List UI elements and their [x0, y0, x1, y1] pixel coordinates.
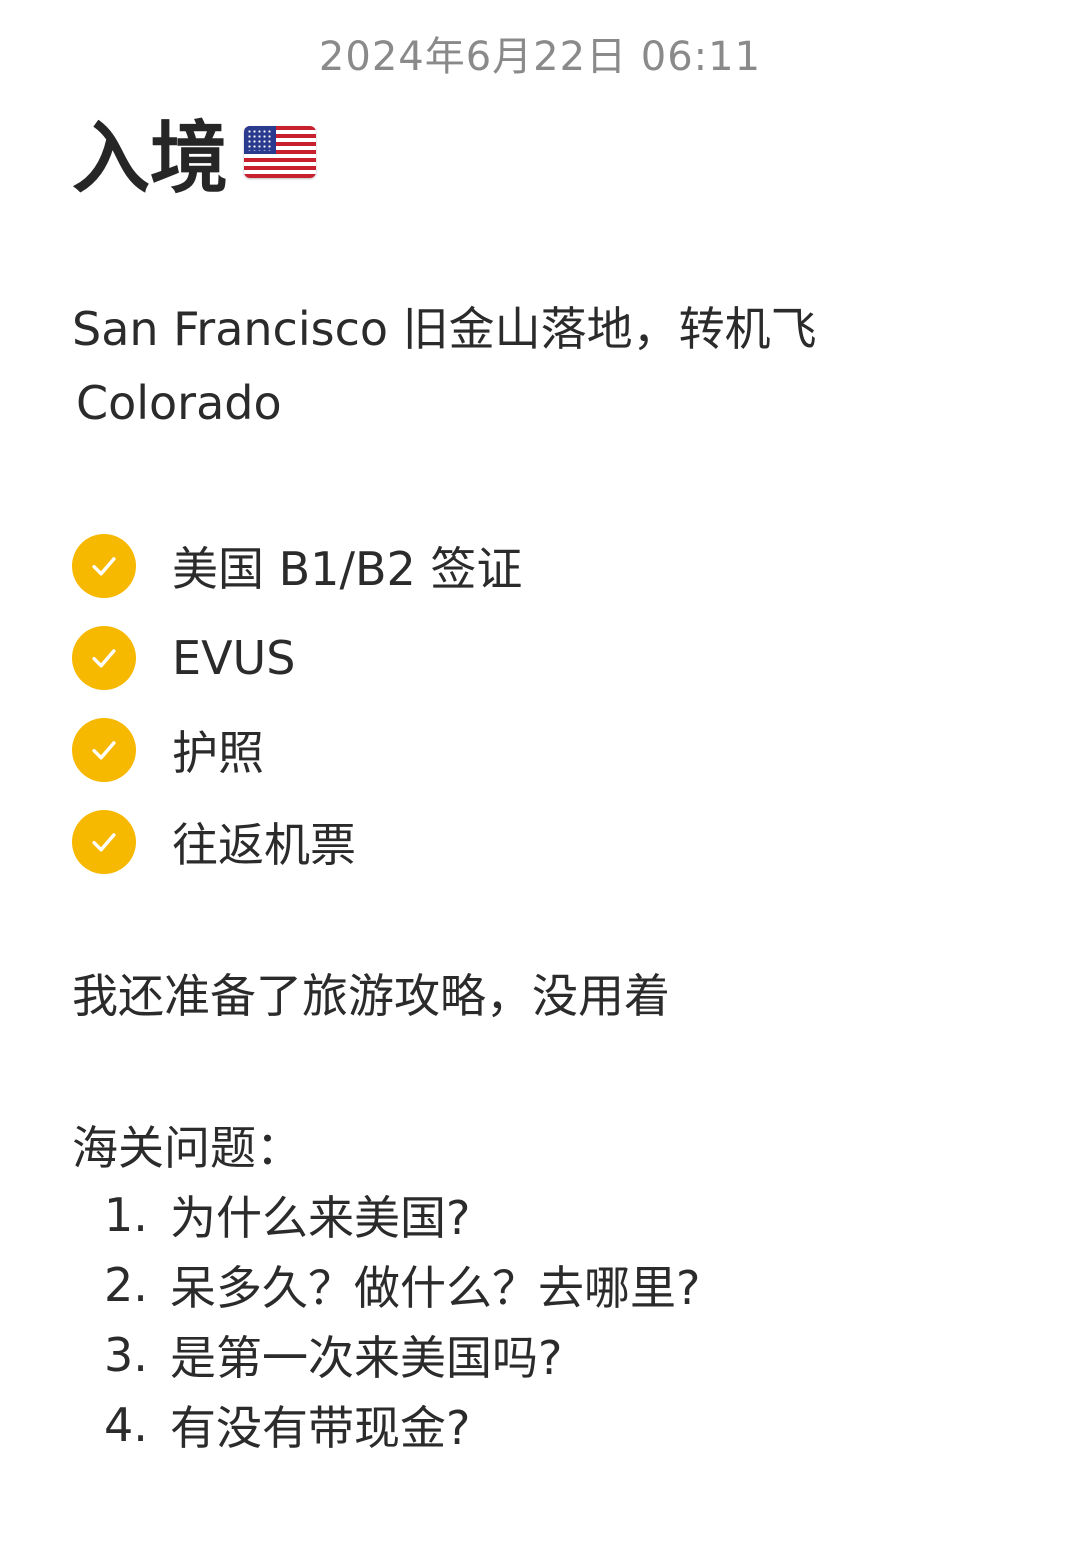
checklist-item-label[interactable]: EVUS: [172, 631, 295, 685]
questions-list: 1. 为什么来美国? 2. 呆多久？做什么？去哪里? 3. 是第一次来美国吗? …: [104, 1180, 700, 1460]
note-title[interactable]: 入境: [72, 96, 317, 208]
note-title-text: 入境: [72, 114, 229, 204]
question-number: 3.: [104, 1328, 148, 1382]
question-number: 2.: [104, 1258, 148, 1312]
question-item[interactable]: 3. 是第一次来美国吗?: [104, 1320, 700, 1390]
question-item[interactable]: 4. 有没有带现金?: [104, 1390, 700, 1460]
checkmark-icon: [92, 557, 116, 576]
checklist-item-label[interactable]: 往返机票: [172, 809, 356, 875]
checklist-item-label[interactable]: 护照: [172, 717, 264, 783]
question-item[interactable]: 2. 呆多久？做什么？去哪里?: [104, 1250, 700, 1320]
us-flag-icon: [244, 126, 317, 178]
checklist: 美国 B1/B2 签证 EVUS 护照 往返机票: [72, 520, 522, 888]
note-intro[interactable]: San Francisco 旧金山落地，转机飞 Colorado: [72, 292, 952, 440]
intro-line-1: San Francisco 旧金山落地，转机飞: [72, 302, 817, 356]
checkbox-checked[interactable]: [72, 626, 136, 690]
note-timestamp: 2024年6月22日 06:11: [318, 34, 762, 80]
checkbox-checked[interactable]: [72, 718, 136, 782]
question-text: 有没有带现金?: [170, 1401, 471, 1455]
question-number: 1.: [104, 1188, 148, 1242]
question-item[interactable]: 1. 为什么来美国?: [104, 1180, 700, 1250]
checklist-item-label[interactable]: 美国 B1/B2 签证: [172, 533, 522, 599]
question-text: 为什么来美国?: [170, 1191, 471, 1245]
question-text: 呆多久？做什么？去哪里?: [170, 1261, 701, 1315]
checklist-item: 往返机票: [72, 796, 522, 888]
checkmark-icon: [92, 649, 116, 668]
intro-line-2: Colorado: [76, 376, 282, 430]
checkmark-icon: [92, 741, 116, 760]
question-text: 是第一次来美国吗?: [170, 1331, 563, 1385]
checklist-item: 美国 B1/B2 签证: [72, 520, 522, 612]
checkbox-checked[interactable]: [72, 534, 136, 598]
checklist-item: 护照: [72, 704, 522, 796]
checkbox-checked[interactable]: [72, 810, 136, 874]
checklist-item: EVUS: [72, 612, 522, 704]
note-remark[interactable]: 我还准备了旅游攻略，没用着: [72, 960, 670, 1026]
checkmark-icon: [92, 833, 116, 852]
question-number: 4.: [104, 1398, 148, 1452]
questions-heading[interactable]: 海关问题：: [72, 1112, 302, 1178]
